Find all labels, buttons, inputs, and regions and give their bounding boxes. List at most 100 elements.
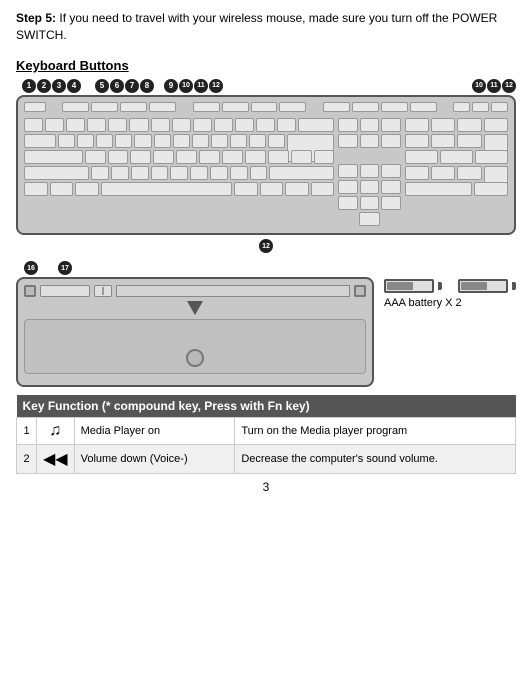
kb-key (193, 102, 220, 112)
kb-key (45, 118, 64, 132)
kb-key (360, 164, 379, 178)
kb-nav-row3 (338, 164, 400, 178)
battery-fill (387, 282, 413, 290)
arrow-container (24, 301, 366, 315)
kb-key (338, 180, 357, 194)
step-number: Step 5: (16, 11, 56, 25)
kb-key (210, 166, 228, 180)
kb-key (96, 134, 113, 148)
kb-key (24, 118, 43, 132)
row-description: Turn on the Media player program (235, 418, 516, 445)
table-body: 1 ♫ Media Player on Turn on the Media pl… (17, 418, 516, 474)
right-screw (354, 285, 366, 297)
kb-space-row (24, 182, 334, 196)
kb-qwerty-row (24, 134, 334, 148)
battery-display (384, 279, 516, 293)
kb-key (50, 182, 74, 196)
step-text: Step 5: If you need to travel with your … (16, 10, 516, 44)
kb-nav-gap (338, 150, 400, 164)
kb-key (256, 118, 275, 132)
kb-nav (338, 118, 400, 228)
kb-key (24, 182, 48, 196)
kb-key (193, 118, 212, 132)
bubble-r12: 12 (502, 79, 516, 93)
kb-key (190, 166, 208, 180)
kb-zxcv-row (24, 166, 334, 180)
bubble-3: 3 (52, 79, 66, 93)
battery-slot (40, 285, 90, 297)
kb-key (453, 102, 470, 112)
kb-key (457, 118, 481, 132)
kb-key (491, 102, 508, 112)
bubble-row-bottom: 16 17 (16, 261, 374, 275)
kb-key (381, 180, 400, 194)
row-num: 2 (17, 445, 37, 474)
kb-key (360, 180, 379, 194)
row-function: Media Player on (74, 418, 235, 445)
bubble-1: 1 (22, 79, 36, 93)
kb-key (108, 118, 127, 132)
bubble-10: 10 (179, 79, 193, 93)
kb-spacer (178, 102, 190, 116)
kb-np-row1 (405, 118, 508, 132)
arrow-down-icon (187, 301, 203, 315)
bubble-8: 8 (140, 79, 154, 93)
kb-key (277, 118, 296, 132)
keyboard-section: 1 2 3 4 5 6 7 8 9 10 11 12 10 11 12 (16, 79, 516, 254)
kb-key (269, 166, 334, 180)
kb-key (120, 102, 147, 112)
kb-key (360, 134, 379, 148)
kb-key (24, 166, 89, 180)
kb-nav-row6 (338, 212, 400, 226)
kb-key (250, 166, 268, 180)
kb-key (285, 182, 309, 196)
kb-key (472, 102, 489, 112)
kb-key (484, 118, 508, 132)
bubble-7: 7 (125, 79, 139, 93)
kb-key (176, 150, 197, 164)
kb-key (211, 134, 228, 148)
kb-key (314, 150, 335, 164)
kb-key (115, 134, 132, 148)
kb-key (440, 150, 473, 164)
kb-key (260, 182, 284, 196)
bubble-9: 9 (164, 79, 178, 93)
kb-key (154, 134, 171, 148)
bubble-r10: 10 (472, 79, 486, 93)
kb-key (474, 182, 509, 196)
kb-key (24, 134, 56, 148)
kb-spacer (308, 102, 320, 116)
left-screw (24, 285, 36, 297)
kb-key (131, 166, 149, 180)
bubble-4: 4 (67, 79, 81, 93)
mouse-bottom-view (16, 277, 374, 387)
connector-pin (102, 287, 104, 295)
kb-key (405, 134, 429, 148)
kb-key (431, 134, 455, 148)
kb-key (338, 164, 357, 178)
bubble-6: 6 (110, 79, 124, 93)
kb-key (222, 102, 249, 112)
battery-fill-2 (461, 282, 487, 290)
kb-key (85, 150, 106, 164)
kb-numpad (405, 118, 508, 228)
row-icon: ♫ (37, 418, 75, 445)
kb-key (381, 164, 400, 178)
kb-key (66, 118, 85, 132)
kb-key (172, 118, 191, 132)
row-description: Decrease the computer's sound volume. (235, 445, 516, 474)
bubble-12-below-container: 12 (16, 237, 516, 254)
kb-key (91, 166, 109, 180)
kb-key (170, 166, 188, 180)
kb-nav-row5 (338, 196, 400, 210)
kb-key (24, 102, 46, 112)
row-num: 1 (17, 418, 37, 445)
kb-key (87, 118, 106, 132)
battery-cap (438, 282, 442, 290)
kb-spacebar (101, 182, 232, 196)
battery-section: AAA battery X 2 (384, 261, 516, 309)
kb-key (111, 166, 129, 180)
kb-nav-row1 (338, 118, 400, 132)
kb-key (381, 196, 400, 210)
bubble-16: 16 (24, 261, 38, 275)
